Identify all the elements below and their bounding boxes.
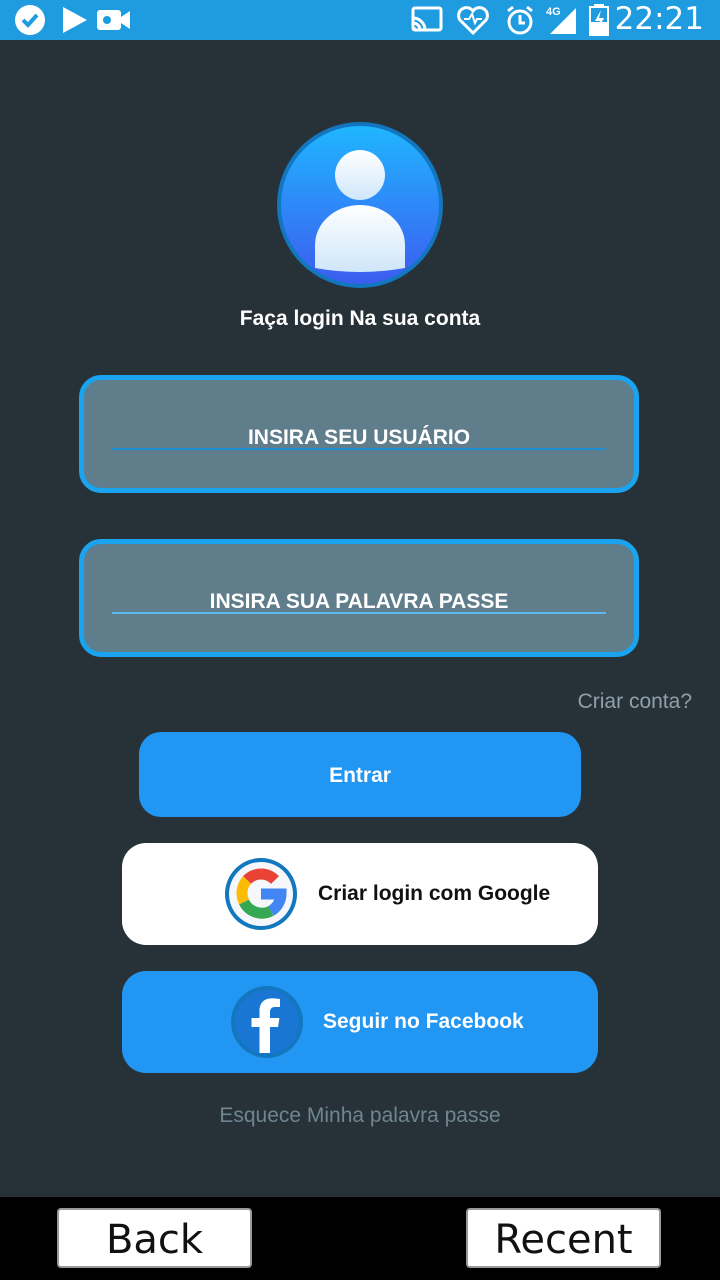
facebook-button[interactable]: Seguir no Facebook bbox=[122, 971, 598, 1073]
username-field[interactable]: INSIRA SEU USUÁRIO bbox=[79, 375, 639, 493]
forgot-password-link[interactable]: Esquece Minha palavra passe bbox=[0, 1104, 720, 1128]
google-login-button[interactable]: Criar login com Google bbox=[122, 843, 598, 945]
recent-button[interactable]: Recent bbox=[466, 1208, 661, 1268]
user-avatar-icon bbox=[277, 122, 443, 288]
create-account-link[interactable]: Criar conta? bbox=[578, 690, 692, 714]
facebook-icon bbox=[231, 986, 303, 1058]
login-title: Faça login Na sua conta bbox=[239, 307, 481, 330]
battery-icon bbox=[589, 4, 609, 36]
cast-icon bbox=[411, 6, 443, 32]
password-field[interactable]: INSIRA SUA PALAVRA PASSE bbox=[79, 539, 639, 657]
check-circle-icon bbox=[15, 5, 45, 35]
username-placeholder: INSIRA SEU USUÁRIO bbox=[247, 426, 471, 449]
facebook-button-label: Seguir no Facebook bbox=[323, 1010, 524, 1033]
alarm-icon bbox=[507, 5, 533, 35]
back-button[interactable]: Back bbox=[57, 1208, 252, 1268]
username-underline bbox=[112, 448, 606, 450]
password-placeholder: INSIRA SUA PALAVRA PASSE bbox=[209, 590, 509, 613]
video-camera-icon bbox=[97, 10, 130, 30]
login-button[interactable]: Entrar bbox=[139, 732, 581, 817]
password-underline bbox=[112, 612, 606, 614]
clock: 22:21 bbox=[614, 1, 704, 37]
play-icon bbox=[63, 7, 87, 33]
navigation-bar: Back Recent bbox=[0, 1197, 720, 1280]
google-button-label: Criar login com Google bbox=[318, 882, 551, 905]
heart-monitor-icon bbox=[457, 6, 489, 36]
google-icon bbox=[225, 858, 297, 930]
status-bar: 4G 22:21 bbox=[0, 0, 720, 40]
signal-icon bbox=[550, 8, 576, 34]
